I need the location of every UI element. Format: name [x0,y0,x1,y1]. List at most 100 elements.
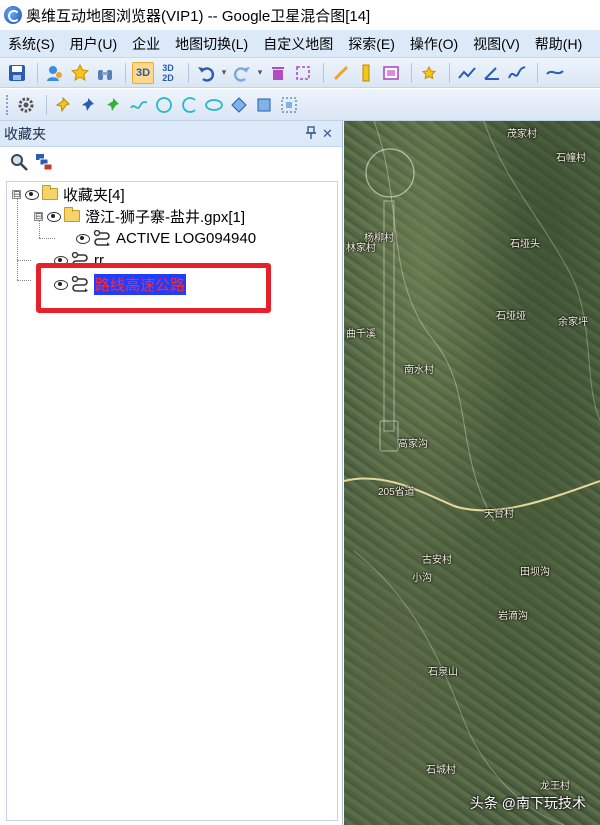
layers-icon[interactable] [33,151,55,173]
pin-icon[interactable] [305,126,317,143]
polyline-icon[interactable] [128,94,150,116]
watermark-text: 头条 @南下玩技术 [469,795,586,811]
folder-icon [42,185,58,200]
menu-operation[interactable]: 操作(O) [410,34,458,54]
redo-dropdown-icon[interactable]: ▾ [256,62,264,84]
favorites-panel: 收藏夹 ✕ ⊟ 收藏夹[4] ⊟ 澄江-狮子寨-盐井.gpx[1] ACTIVE… [0,121,343,825]
map-overlay [344,121,600,825]
toolbar-grip[interactable] [6,94,9,115]
draw-toolbar [0,89,600,121]
panel-toolbar [0,147,342,177]
tree-connector [17,280,31,281]
toolbar-separator [411,62,412,83]
map-place-label: 林家村 [346,243,376,254]
map-place-label: 曲千溪 [346,329,376,340]
tree-connector [39,238,55,239]
menu-help[interactable]: 帮助(H) [535,34,582,54]
collapse-icon[interactable]: ⊟ [12,189,21,199]
3d-2d-toggle-button[interactable]: 3D 2D [157,62,179,84]
undo-icon[interactable] [195,62,217,84]
minor-road [373,121,495,522]
panel-title: 收藏夹 [4,125,46,142]
menu-custom-map[interactable]: 自定义地图 [263,34,333,54]
zoom-slider-handle [379,420,399,452]
route-icon[interactable] [544,62,566,84]
minor-road [483,121,600,422]
minor-road [353,550,565,825]
binoculars-icon[interactable] [94,62,116,84]
folder-icon [64,207,80,222]
toolbar-separator [37,62,38,83]
map-place-label: 高家沟 [398,439,428,450]
window-title: 奥维互动地图浏览器(VIP1) -- Google卫星混合图[14] [26,7,371,25]
toolbar-separator [323,62,324,83]
toolbar-separator [125,62,126,83]
tree-connector [17,260,31,261]
screenshot-icon[interactable] [380,62,402,84]
search-icon[interactable] [8,151,30,173]
circle-icon[interactable] [153,94,175,116]
measure-angle-icon[interactable] [481,62,503,84]
map-place-label: 岩滴沟 [498,611,528,622]
map-place-label: 古安村 [422,555,452,566]
visibility-eye-icon[interactable] [24,188,40,200]
tree-node-label: ACTIVE LOG094940 [116,229,257,247]
3d-button[interactable]: 3D [132,61,154,84]
track-route-icon [93,229,111,246]
menu-view[interactable]: 视图(V) [473,34,520,54]
user-icon[interactable] [44,62,66,84]
redo-icon[interactable] [231,62,253,84]
multi-select-icon[interactable] [278,94,300,116]
menu-enterprise[interactable]: 企业 [132,34,160,54]
map-place-label: 石垭垭 [496,311,526,322]
map-place-label: 石泉山 [428,667,458,678]
draw-track-icon[interactable] [456,62,478,84]
app-logo-icon [4,6,22,24]
tree-node-label: 澄江-狮子寨-盐井.gpx[1] [85,208,246,226]
star-icon[interactable] [69,62,91,84]
menu-map-switch[interactable]: 地图切换(L) [175,34,248,54]
menu-system[interactable]: 系统(S) [8,34,55,54]
toolbar-separator [537,62,538,83]
map-place-label: 南水村 [404,365,434,376]
toolbar-separator [46,94,47,115]
menu-user[interactable]: 用户(U) [70,34,117,54]
toolbar-separator [449,62,450,83]
arc-icon[interactable] [178,94,200,116]
tree-node-label: 收藏夹[4] [63,186,125,204]
map-place-label: 205省道 [378,487,415,498]
green-pin-icon[interactable] [103,94,125,116]
visibility-eye-icon[interactable] [75,232,91,244]
menu-bar: 系统(S) 用户(U) 企业 地图切换(L) 自定义地图 探索(E) 操作(O)… [0,30,600,58]
rectangle-icon[interactable] [253,94,275,116]
visibility-eye-icon[interactable] [46,210,62,222]
map-place-label: 龙王村 [540,781,570,792]
ruler-icon[interactable] [355,62,377,84]
tree-node-root[interactable]: ⊟ 收藏夹[4] [12,184,125,204]
title-bar: 奥维互动地图浏览器(VIP1) -- Google卫星混合图[14] [0,0,600,30]
map-place-label: 石城村 [426,765,456,776]
polygon-icon[interactable] [228,94,250,116]
close-icon[interactable]: ✕ [322,126,333,142]
delete-icon[interactable] [267,62,289,84]
blue-pin-icon[interactable] [78,94,100,116]
highlight-annotation-box [36,263,271,313]
select-box-icon[interactable] [292,62,314,84]
tree-node-gpx-folder[interactable]: ⊟ 澄江-狮子寨-盐井.gpx[1] [34,206,245,226]
tree-node-track[interactable]: ACTIVE LOG094940 [75,228,256,248]
save-icon[interactable] [6,62,28,84]
menu-explore[interactable]: 探索(E) [348,34,395,54]
curve-track-icon[interactable] [506,62,528,84]
map-place-label: 天台村 [484,509,514,520]
panel-header: 收藏夹 ✕ [0,121,342,147]
yellow-pin-icon[interactable] [53,94,75,116]
satellite-map[interactable]: 茂家村 杨柳村 石幢村 石垭头 林家村 石垭垭 余家坪 曲千溪 南水村 高家沟 … [344,121,600,825]
map-place-label: 石垭头 [510,239,540,250]
ellipse-icon[interactable] [203,94,225,116]
collapse-icon[interactable]: ⊟ [34,211,43,221]
undo-dropdown-icon[interactable]: ▾ [220,62,228,84]
settings-gear-icon[interactable] [15,94,37,116]
add-favorite-icon[interactable] [418,62,440,84]
map-place-label: 田坝沟 [520,567,550,578]
measure-line-icon[interactable] [330,62,352,84]
